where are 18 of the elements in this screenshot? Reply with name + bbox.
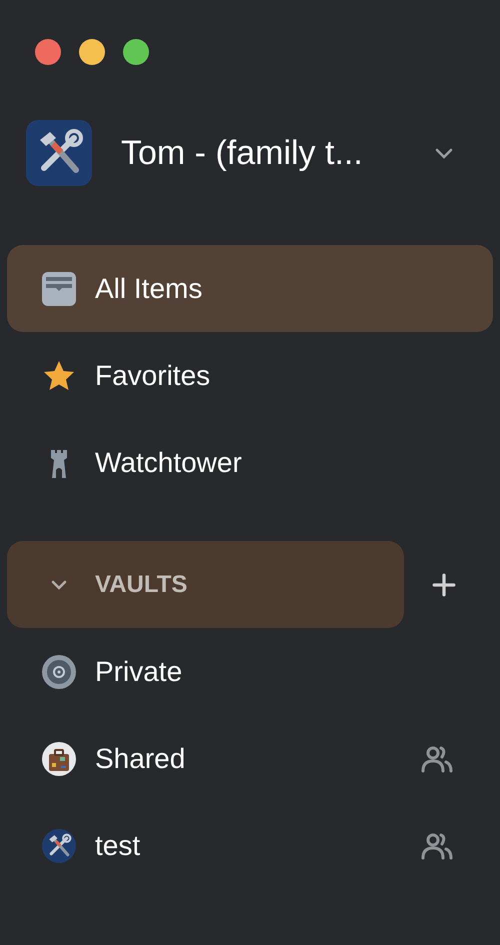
star-icon (42, 358, 76, 392)
safe-icon (42, 654, 76, 688)
sidebar-item[interactable]: Watchtower (7, 419, 493, 506)
account-name[interactable]: Tom - (family t... (121, 128, 363, 178)
vaults-header[interactable]: VAULTS (7, 541, 404, 628)
sidebar-item[interactable]: All Items (7, 245, 493, 332)
add-icon[interactable] (431, 572, 457, 598)
vault-item[interactable]: Shared (7, 715, 493, 802)
minimize-button[interactable] (79, 39, 105, 65)
suitcase-icon (42, 742, 76, 776)
vault-item[interactable]: test (7, 802, 493, 889)
zoom-button[interactable] (123, 39, 149, 65)
tray-icon (42, 272, 76, 306)
tools-icon (26, 120, 92, 186)
tools-icon (42, 828, 76, 862)
sidebar-item[interactable]: Favorites (7, 332, 493, 419)
close-button[interactable] (35, 39, 61, 65)
vault-item[interactable]: Private (7, 628, 493, 715)
